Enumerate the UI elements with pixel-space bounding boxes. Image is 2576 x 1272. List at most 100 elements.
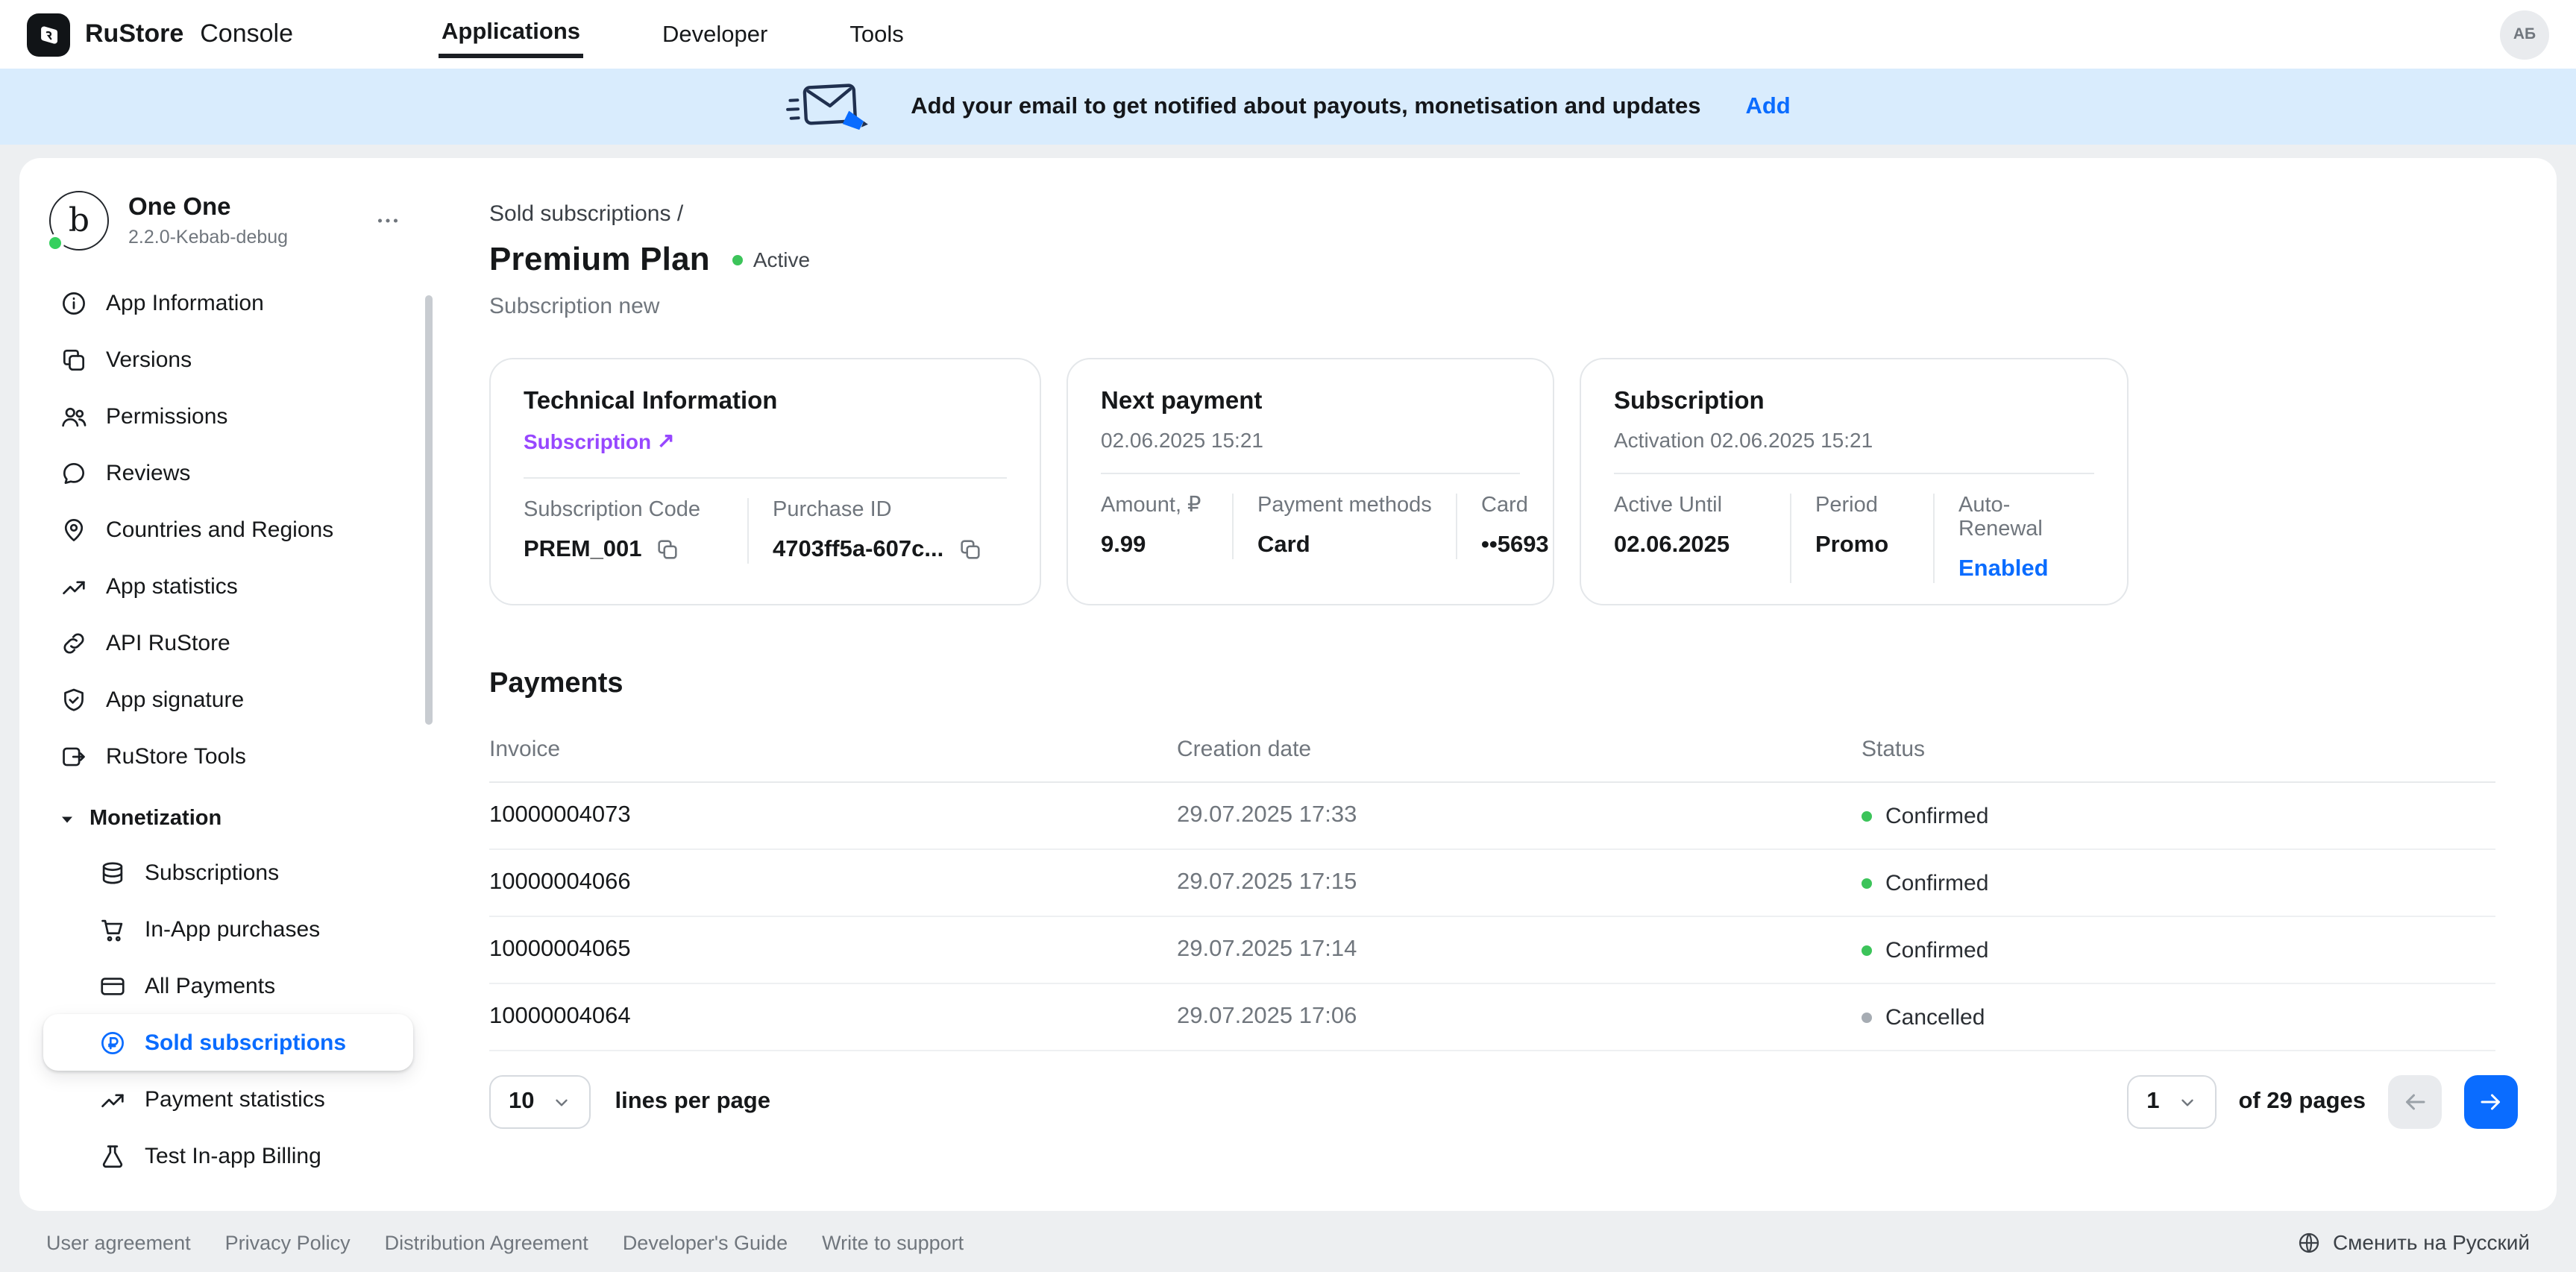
copy-icon[interactable]	[656, 537, 681, 562]
previous-page-button[interactable]	[2388, 1075, 2442, 1129]
language-switcher[interactable]: Сменить на Русский	[2297, 1230, 2530, 1254]
chevron-down-icon	[2177, 1092, 2196, 1112]
sidebar: b One One 2.2.0-Kebab-debug App Informat…	[19, 158, 437, 1211]
sidebar-item-api-rustore[interactable]: API RuStore	[43, 614, 413, 671]
breadcrumb-label[interactable]: Sold subscriptions	[489, 201, 670, 227]
sidebar-section-monetization[interactable]: Monetization	[43, 784, 413, 844]
card-title: Technical Information	[524, 388, 1007, 416]
sidebar-item-permissions[interactable]: Permissions	[43, 388, 413, 444]
footer-link-distribution-agreement[interactable]: Distribution Agreement	[385, 1231, 588, 1253]
sidebar-item-test-in-app-billing[interactable]: Test In-app Billing	[43, 1127, 413, 1184]
footer-link-privacy-policy[interactable]: Privacy Policy	[225, 1231, 351, 1253]
pages-total-label: of 29 pages	[2238, 1089, 2366, 1115]
sidebar-scrollbar[interactable]	[425, 295, 433, 725]
page-size-value: 10	[509, 1089, 535, 1115]
user-avatar[interactable]: АБ	[2500, 10, 2549, 59]
sidebar-item-countries-regions[interactable]: Countries and Regions	[43, 501, 413, 558]
cell-status: Confirmed	[1862, 870, 2495, 895]
status-badge-label: Active	[753, 248, 810, 271]
brand-name: RuStore	[85, 19, 183, 49]
footer-link-write-to-support[interactable]: Write to support	[822, 1231, 964, 1253]
status-dot	[1862, 810, 1872, 821]
footer-link-developers-guide[interactable]: Developer's Guide	[623, 1231, 788, 1253]
field-value: Promo	[1815, 532, 1888, 559]
info-icon	[58, 288, 88, 318]
cell-date: 29.07.2025 17:14	[1177, 936, 1862, 963]
card-title: Subscription	[1614, 388, 2094, 416]
field-active-until: Active Until 02.06.2025	[1614, 494, 1790, 583]
table-row[interactable]: 10000004065 29.07.2025 17:14 Confirmed	[489, 917, 2495, 984]
shield-check-icon	[58, 684, 88, 714]
field-label: Auto-Renewal	[1958, 494, 2073, 541]
sidebar-item-subscriptions[interactable]: Subscriptions	[43, 844, 413, 901]
sidebar-item-label: App statistics	[106, 573, 238, 599]
column-creation-date: Creation date	[1177, 737, 1862, 762]
app-panel: b One One 2.2.0-Kebab-debug App Informat…	[19, 158, 2557, 1211]
info-cards: Technical Information Subscription ↗ Sub…	[489, 358, 2557, 605]
status-dot	[1862, 878, 1872, 888]
sidebar-item-versions[interactable]: Versions	[43, 331, 413, 388]
cell-status: Confirmed	[1862, 803, 2495, 828]
page-select[interactable]: 1	[2127, 1075, 2216, 1129]
sidebar-item-in-app-purchases[interactable]: In-App purchases	[43, 901, 413, 957]
top-navigation: Applications Developer Tools	[439, 10, 907, 58]
sidebar-item-sold-subscriptions[interactable]: Sold subscriptions	[43, 1014, 413, 1071]
sidebar-item-payment-statistics[interactable]: Payment statistics	[43, 1071, 413, 1127]
versions-icon	[58, 344, 88, 374]
cell-invoice: 10000004073	[489, 802, 1177, 829]
sidebar-item-app-signature[interactable]: App signature	[43, 671, 413, 728]
app-name: One One	[128, 194, 288, 222]
page-size-select[interactable]: 10	[489, 1075, 591, 1129]
field-value: 4703ff5a-607c...	[773, 536, 943, 563]
field-amount: Amount, ₽ 9.99	[1101, 494, 1232, 559]
sidebar-item-rustore-tools[interactable]: RuStore Tools	[43, 728, 413, 784]
overflow-menu-icon[interactable]	[368, 201, 407, 240]
status-label: Confirmed	[1885, 870, 1988, 895]
sidebar-item-reviews[interactable]: Reviews	[43, 444, 413, 501]
sidebar-item-label: API RuStore	[106, 630, 230, 655]
card-fields: Active Until 02.06.2025 Period Promo Aut…	[1614, 473, 2094, 583]
sidebar-item-all-payments[interactable]: All Payments	[43, 957, 413, 1014]
banner-add-link[interactable]: Add	[1745, 93, 1790, 120]
table-row[interactable]: 10000004066 29.07.2025 17:15 Confirmed	[489, 850, 2495, 917]
triangle-down-icon	[58, 810, 76, 828]
ruble-circle-icon	[97, 1027, 127, 1057]
card-fields: Subscription Code PREM_001 Purchase ID 4…	[524, 476, 1007, 563]
cart-icon	[97, 914, 127, 944]
external-link-icon: ↗	[657, 428, 674, 453]
subscription-link[interactable]: Subscription ↗	[524, 428, 675, 453]
next-page-button[interactable]	[2464, 1075, 2518, 1129]
sidebar-item-label: All Payments	[145, 973, 275, 998]
sidebar-item-app-information[interactable]: App Information	[43, 274, 413, 331]
table-row[interactable]: 10000004064 29.07.2025 17:06 Cancelled	[489, 984, 2495, 1051]
breadcrumb-separator: /	[677, 201, 683, 227]
top-navbar: RuStore Console Applications Developer T…	[0, 0, 2576, 69]
breadcrumb[interactable]: Sold subscriptions /	[489, 201, 2557, 227]
nav-tab-applications[interactable]: Applications	[439, 10, 583, 58]
active-status-dot	[732, 254, 743, 265]
status-label: Cancelled	[1885, 1004, 1985, 1030]
main-content: Sold subscriptions / Premium Plan Active…	[437, 158, 2557, 1211]
app-logo-letter: b	[69, 202, 89, 239]
footer-link-user-agreement[interactable]: User agreement	[46, 1231, 191, 1253]
page-subtitle: Subscription new	[489, 294, 2557, 319]
arrow-right-icon	[2478, 1089, 2504, 1115]
field-label: Period	[1815, 494, 1912, 517]
brand[interactable]: RuStore Console	[27, 13, 439, 56]
field-label: Payment methods	[1257, 494, 1435, 517]
envelope-icon	[784, 76, 873, 137]
table-row[interactable]: 10000004073 29.07.2025 17:33 Confirmed	[489, 783, 2495, 850]
field-label: Active Until	[1614, 494, 1769, 517]
nav-tab-developer[interactable]: Developer	[659, 13, 770, 56]
rustore-console-app: RuStore Console Applications Developer T…	[0, 0, 2576, 1272]
sidebar-item-app-statistics[interactable]: App statistics	[43, 558, 413, 614]
copy-icon[interactable]	[957, 537, 982, 562]
field-card: Card ••5693	[1456, 494, 1570, 559]
nav-tab-tools[interactable]: Tools	[846, 13, 906, 56]
field-payment-methods: Payment methods Card	[1232, 494, 1456, 559]
cell-date: 29.07.2025 17:33	[1177, 802, 1862, 829]
column-invoice: Invoice	[489, 737, 1177, 762]
permissions-icon	[58, 401, 88, 431]
pagination: 10 lines per page 1 of 29 pages	[489, 1075, 2518, 1129]
field-label: Card	[1481, 494, 1549, 517]
